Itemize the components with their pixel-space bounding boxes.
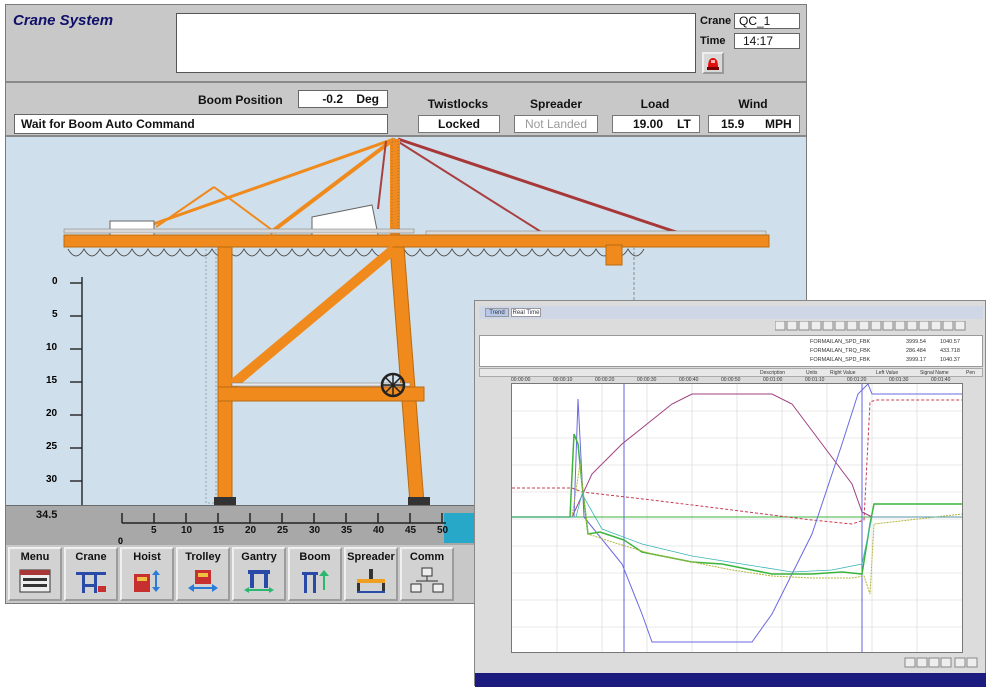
- nav-label: Comm: [409, 551, 445, 563]
- legend-right-value: 1040.57: [940, 339, 960, 345]
- height-tick: 25: [46, 441, 58, 452]
- load-unit: LT: [677, 117, 691, 131]
- crane-id-field: QC_1: [734, 13, 800, 29]
- boom-position-value: -0.2: [322, 92, 343, 106]
- distance-tick: 25: [277, 525, 289, 536]
- nav-label: Crane: [75, 551, 107, 563]
- boom-position-label: Boom Position: [198, 93, 283, 107]
- distance-tick: 40: [373, 525, 385, 536]
- legend-left-value: 3999.17: [906, 357, 926, 363]
- trend-footer: [481, 656, 981, 670]
- boom-icon: [302, 570, 329, 593]
- menu-button[interactable]: Menu: [8, 547, 62, 601]
- menu-panel-icon: [19, 569, 51, 593]
- status-row: Boom Position -0.2 Deg Wait for Boom Aut…: [6, 85, 806, 137]
- load-value: 19.00: [633, 117, 664, 131]
- network-icon: [410, 567, 444, 593]
- nav-label: Trolley: [185, 551, 221, 563]
- hoist-icon: [134, 570, 160, 592]
- wind-value: 15.9: [721, 117, 745, 131]
- hmi-header: Crane System Crane QC_1 Time 14:17: [6, 5, 806, 83]
- distance-tick: 5: [151, 525, 157, 536]
- legend-row: FORMAILAN_SPD_FBK 3999.54 1040.57: [810, 339, 980, 345]
- gantry-button[interactable]: Gantry: [232, 547, 286, 601]
- hoist-button[interactable]: Hoist: [120, 547, 174, 601]
- height-tick: 20: [46, 408, 58, 419]
- distance-tick: 35: [341, 525, 353, 536]
- trolley-button[interactable]: Trolley: [176, 547, 230, 601]
- column-header: Right Value: [830, 370, 856, 376]
- height-tick: 5: [52, 309, 58, 320]
- wind-label: Wind: [738, 97, 768, 111]
- twistlocks-label: Twistlocks: [427, 97, 489, 111]
- comm-button[interactable]: Comm: [400, 547, 454, 601]
- trend-toolbar: [775, 321, 966, 331]
- column-header: Description: [760, 370, 786, 376]
- nav-label: Spreader: [347, 551, 395, 563]
- height-tick: 0: [52, 276, 58, 287]
- boom-position-field: -0.2 Deg: [298, 90, 388, 108]
- spreader-icon: [357, 569, 385, 593]
- legend-left-value: 286.484: [906, 348, 926, 354]
- spreader-button[interactable]: Spreader: [344, 547, 398, 601]
- trend-footer-controls: [904, 657, 978, 668]
- height-tick: 15: [46, 375, 58, 386]
- nav-label: Boom: [299, 551, 331, 563]
- wind-unit: MPH: [765, 117, 792, 131]
- spreader-label: Spreader: [529, 97, 583, 111]
- legend-signal: FORMAILAN_SPD_FBK: [810, 339, 871, 345]
- boom-position-unit: Deg: [356, 92, 379, 106]
- column-header: Signal Name: [920, 370, 949, 376]
- nav-label: Menu: [20, 551, 50, 563]
- nav-label: Gantry: [241, 551, 277, 563]
- height-tick: 10: [46, 342, 58, 353]
- trend-lines: [512, 383, 963, 652]
- load-field: 19.00 LT: [612, 115, 700, 133]
- taskbar: [475, 673, 986, 687]
- height-tick: 30: [46, 474, 58, 485]
- crane-button[interactable]: Crane: [64, 547, 118, 601]
- column-header: Left Value: [876, 370, 899, 376]
- legend-right-value: 1040.37: [940, 357, 960, 363]
- trend-tab-strip: [479, 306, 983, 319]
- crane-icon: [76, 572, 106, 593]
- time-field: 14:17: [734, 33, 800, 49]
- trend-plot-area: [511, 383, 963, 653]
- trend-column-headers: Pen Signal Name Left Value Right Value U…: [479, 368, 983, 377]
- distance-tick: 15: [213, 525, 225, 536]
- gantry-icon: [244, 570, 274, 593]
- tab-real-time[interactable]: Real Time: [511, 308, 541, 317]
- message-panel: [176, 13, 696, 73]
- alarm-button[interactable]: [702, 52, 724, 74]
- column-header: Pen: [966, 370, 975, 376]
- legend-row: FORMAILAN_SPD_FBK 3999.17 1040.37: [810, 357, 980, 363]
- load-label: Load: [640, 97, 670, 111]
- trend-legend: FORMAILAN_SPD_FBK 3999.54 1040.57 FORMAI…: [479, 335, 983, 367]
- legend-left-value: 3999.54: [906, 339, 926, 345]
- time-label: Time: [700, 35, 726, 47]
- distance-tick: 20: [245, 525, 257, 536]
- distance-tick: 10: [181, 525, 193, 536]
- twistlocks-value: Locked: [418, 115, 500, 133]
- trolley-icon: [188, 570, 218, 592]
- distance-tick: 45: [405, 525, 417, 536]
- legend-row: FORMAILAN_TRQ_FBK 286.484 433.718: [810, 348, 980, 354]
- legend-signal: FORMAILAN_SPD_FBK: [810, 357, 871, 363]
- alarm-light-icon: [707, 58, 719, 70]
- spreader-value: Not Landed: [514, 115, 598, 133]
- distance-tick: 50: [437, 525, 449, 536]
- nav-label: Hoist: [133, 551, 161, 563]
- wind-field: 15.9 MPH: [708, 115, 800, 133]
- legend-right-value: 433.718: [940, 348, 960, 354]
- tab-trend[interactable]: Trend: [485, 308, 509, 317]
- legend-signal: FORMAILAN_TRQ_FBK: [810, 348, 871, 354]
- distance-tick: 30: [309, 525, 321, 536]
- app-title: Crane System: [13, 12, 114, 29]
- trend-window: Trend Real Time FORMAILAN_SPD_FBK 3999.5…: [474, 300, 986, 687]
- column-header: Units: [806, 370, 818, 376]
- command-message: Wait for Boom Auto Command: [14, 114, 388, 134]
- boom-button[interactable]: Boom: [288, 547, 342, 601]
- crane-label: Crane: [700, 15, 732, 27]
